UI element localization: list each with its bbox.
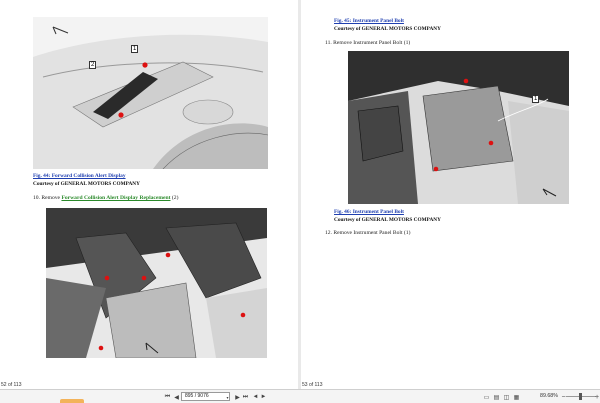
step-10-prefix: 10. Remove	[33, 195, 62, 201]
forward-icon[interactable]: ►	[259, 393, 268, 401]
zoom-out-icon[interactable]: −	[559, 393, 568, 401]
step-12: 12. Remove Instrument Panel Bolt (1)	[325, 230, 411, 236]
callout-1: 1	[131, 45, 139, 53]
callout-1-right: 1	[532, 95, 540, 103]
callout-2: 2	[89, 61, 97, 69]
page-dropdown-icon[interactable]: ▾	[223, 393, 232, 401]
figure-44-link[interactable]: Fig. 44: Forward Collision Alert Display	[33, 173, 126, 179]
figure-45-caption[interactable]: Fig. 45: Instrument Panel Bolt	[334, 18, 404, 25]
zoom-slider-handle[interactable]	[579, 393, 582, 400]
view-two-page-icon[interactable]: ◫	[502, 393, 511, 401]
figure-44-courtesy: Courtesy of GENERAL MOTORS COMPANY	[33, 181, 140, 187]
taskbar-indicator	[60, 399, 84, 403]
first-page-icon[interactable]: ⏮	[163, 393, 172, 401]
figure-46-link[interactable]: Fig. 46: Instrument Panel Bolt	[334, 209, 404, 215]
pdf-viewer: 1 2 Fig. 44: Forward Collision Alert Dis…	[0, 0, 600, 403]
step-10: 10. Remove Forward Collision Alert Displ…	[33, 195, 178, 201]
step-11: 11. Remove Instrument Panel Bolt (1)	[325, 40, 411, 46]
figure-44-image: 1 2	[33, 17, 268, 169]
view-continuous-icon[interactable]: ▤	[492, 393, 501, 401]
figure-45-courtesy: Courtesy of GENERAL MOTORS COMPANY	[334, 26, 441, 32]
view-single-icon[interactable]: ▭	[482, 393, 491, 401]
view-two-page-continuous-icon[interactable]: ▦	[512, 393, 521, 401]
pdf-page-right: Fig. 45: Instrument Panel Bolt Courtesy …	[301, 0, 600, 389]
figure-45-link[interactable]: Fig. 45: Instrument Panel Bolt	[334, 18, 404, 24]
step-10-suffix: (2)	[170, 195, 179, 201]
previous-page-icon[interactable]: ◀	[172, 393, 181, 401]
pdf-page-left: 1 2 Fig. 44: Forward Collision Alert Dis…	[0, 0, 298, 389]
page-number-left: 52 of 113	[1, 382, 22, 388]
page-number-right: 53 of 113	[302, 382, 323, 388]
last-page-icon[interactable]: ⏭	[241, 393, 250, 401]
figure-45-image: 1	[348, 51, 569, 204]
zoom-level[interactable]: 89.68%	[540, 393, 558, 399]
figure-46-caption[interactable]: Fig. 46: Instrument Panel Bolt	[334, 209, 404, 216]
figure-46-courtesy: Courtesy of GENERAL MOTORS COMPANY	[334, 217, 441, 223]
zoom-in-icon[interactable]: +	[594, 393, 600, 401]
figure-left-bottom-image	[46, 208, 267, 358]
figure-44-caption[interactable]: Fig. 44: Forward Collision Alert Display	[33, 173, 126, 180]
forward-collision-alert-link[interactable]: Forward Collision Alert Display Replacem…	[61, 195, 170, 201]
bottom-toolbar: ⏮ ◀ 895 / 9076 ▾ ▶ ⏭ ◄ ► ▭ ▤ ◫ ▦ 89.68% …	[0, 389, 600, 403]
